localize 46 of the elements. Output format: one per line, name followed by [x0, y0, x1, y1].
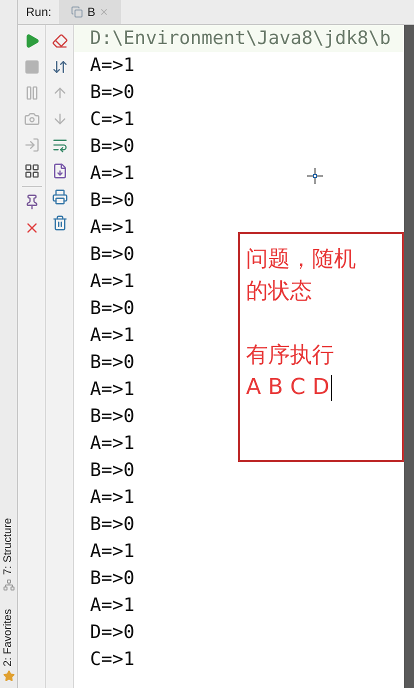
output-line: B=>0: [90, 297, 135, 321]
annotation-text: 有序执行: [246, 342, 334, 370]
text-cursor: [331, 375, 332, 401]
output-line: A=>1: [90, 432, 135, 456]
side-tab[interactable]: 7: Structure: [0, 518, 17, 591]
output-line: A=>1: [90, 54, 135, 78]
eraser-icon[interactable]: [52, 33, 68, 49]
trash-icon[interactable]: [52, 215, 68, 231]
console-icon: [71, 6, 84, 18]
output-line: A=>1: [90, 540, 135, 564]
output-line: C=>1: [90, 108, 135, 132]
output-line: A=>1: [90, 378, 135, 402]
run-label: Run:: [25, 4, 52, 21]
output-line: A=>1: [90, 216, 135, 240]
output-line: B=>0: [90, 459, 135, 483]
output-line: B=>0: [90, 81, 135, 105]
star-icon: [2, 670, 14, 682]
pin-icon[interactable]: [24, 194, 40, 210]
output-line: A=>1: [90, 324, 135, 348]
run-tab[interactable]: B: [59, 0, 122, 24]
output-line: D=>0: [90, 621, 135, 645]
output-line: B=>0: [90, 405, 135, 429]
annotation-text: A B C D: [246, 372, 332, 404]
side-tab[interactable]: 2: Favorites: [0, 608, 17, 682]
output-line: A=>1: [90, 486, 135, 510]
output-line: A=>1: [90, 594, 135, 618]
output-line: B=>0: [90, 243, 135, 267]
sort-icon[interactable]: [52, 59, 68, 75]
layout-icon[interactable]: [24, 163, 40, 179]
output-line: B=>0: [90, 135, 135, 159]
printer-icon[interactable]: [52, 189, 68, 205]
crosshair-icon: [307, 168, 323, 184]
structure-icon: [2, 578, 14, 591]
output-line: C=>1: [90, 648, 135, 672]
annotation-text: 问题，随机: [246, 246, 356, 274]
output-line: B=>0: [90, 351, 135, 375]
output-line: A=>1: [90, 270, 135, 294]
output-line: B=>0: [90, 189, 135, 213]
wrap-icon[interactable]: [52, 137, 68, 153]
import-icon[interactable]: [52, 163, 68, 179]
scrollbar[interactable]: [404, 25, 414, 688]
annotation-text: 的状态: [246, 278, 312, 306]
output-line: B=>0: [90, 513, 135, 537]
output-line: A=>1: [90, 162, 135, 186]
run-icon[interactable]: [24, 33, 40, 49]
output-line: B=>0: [90, 567, 135, 591]
